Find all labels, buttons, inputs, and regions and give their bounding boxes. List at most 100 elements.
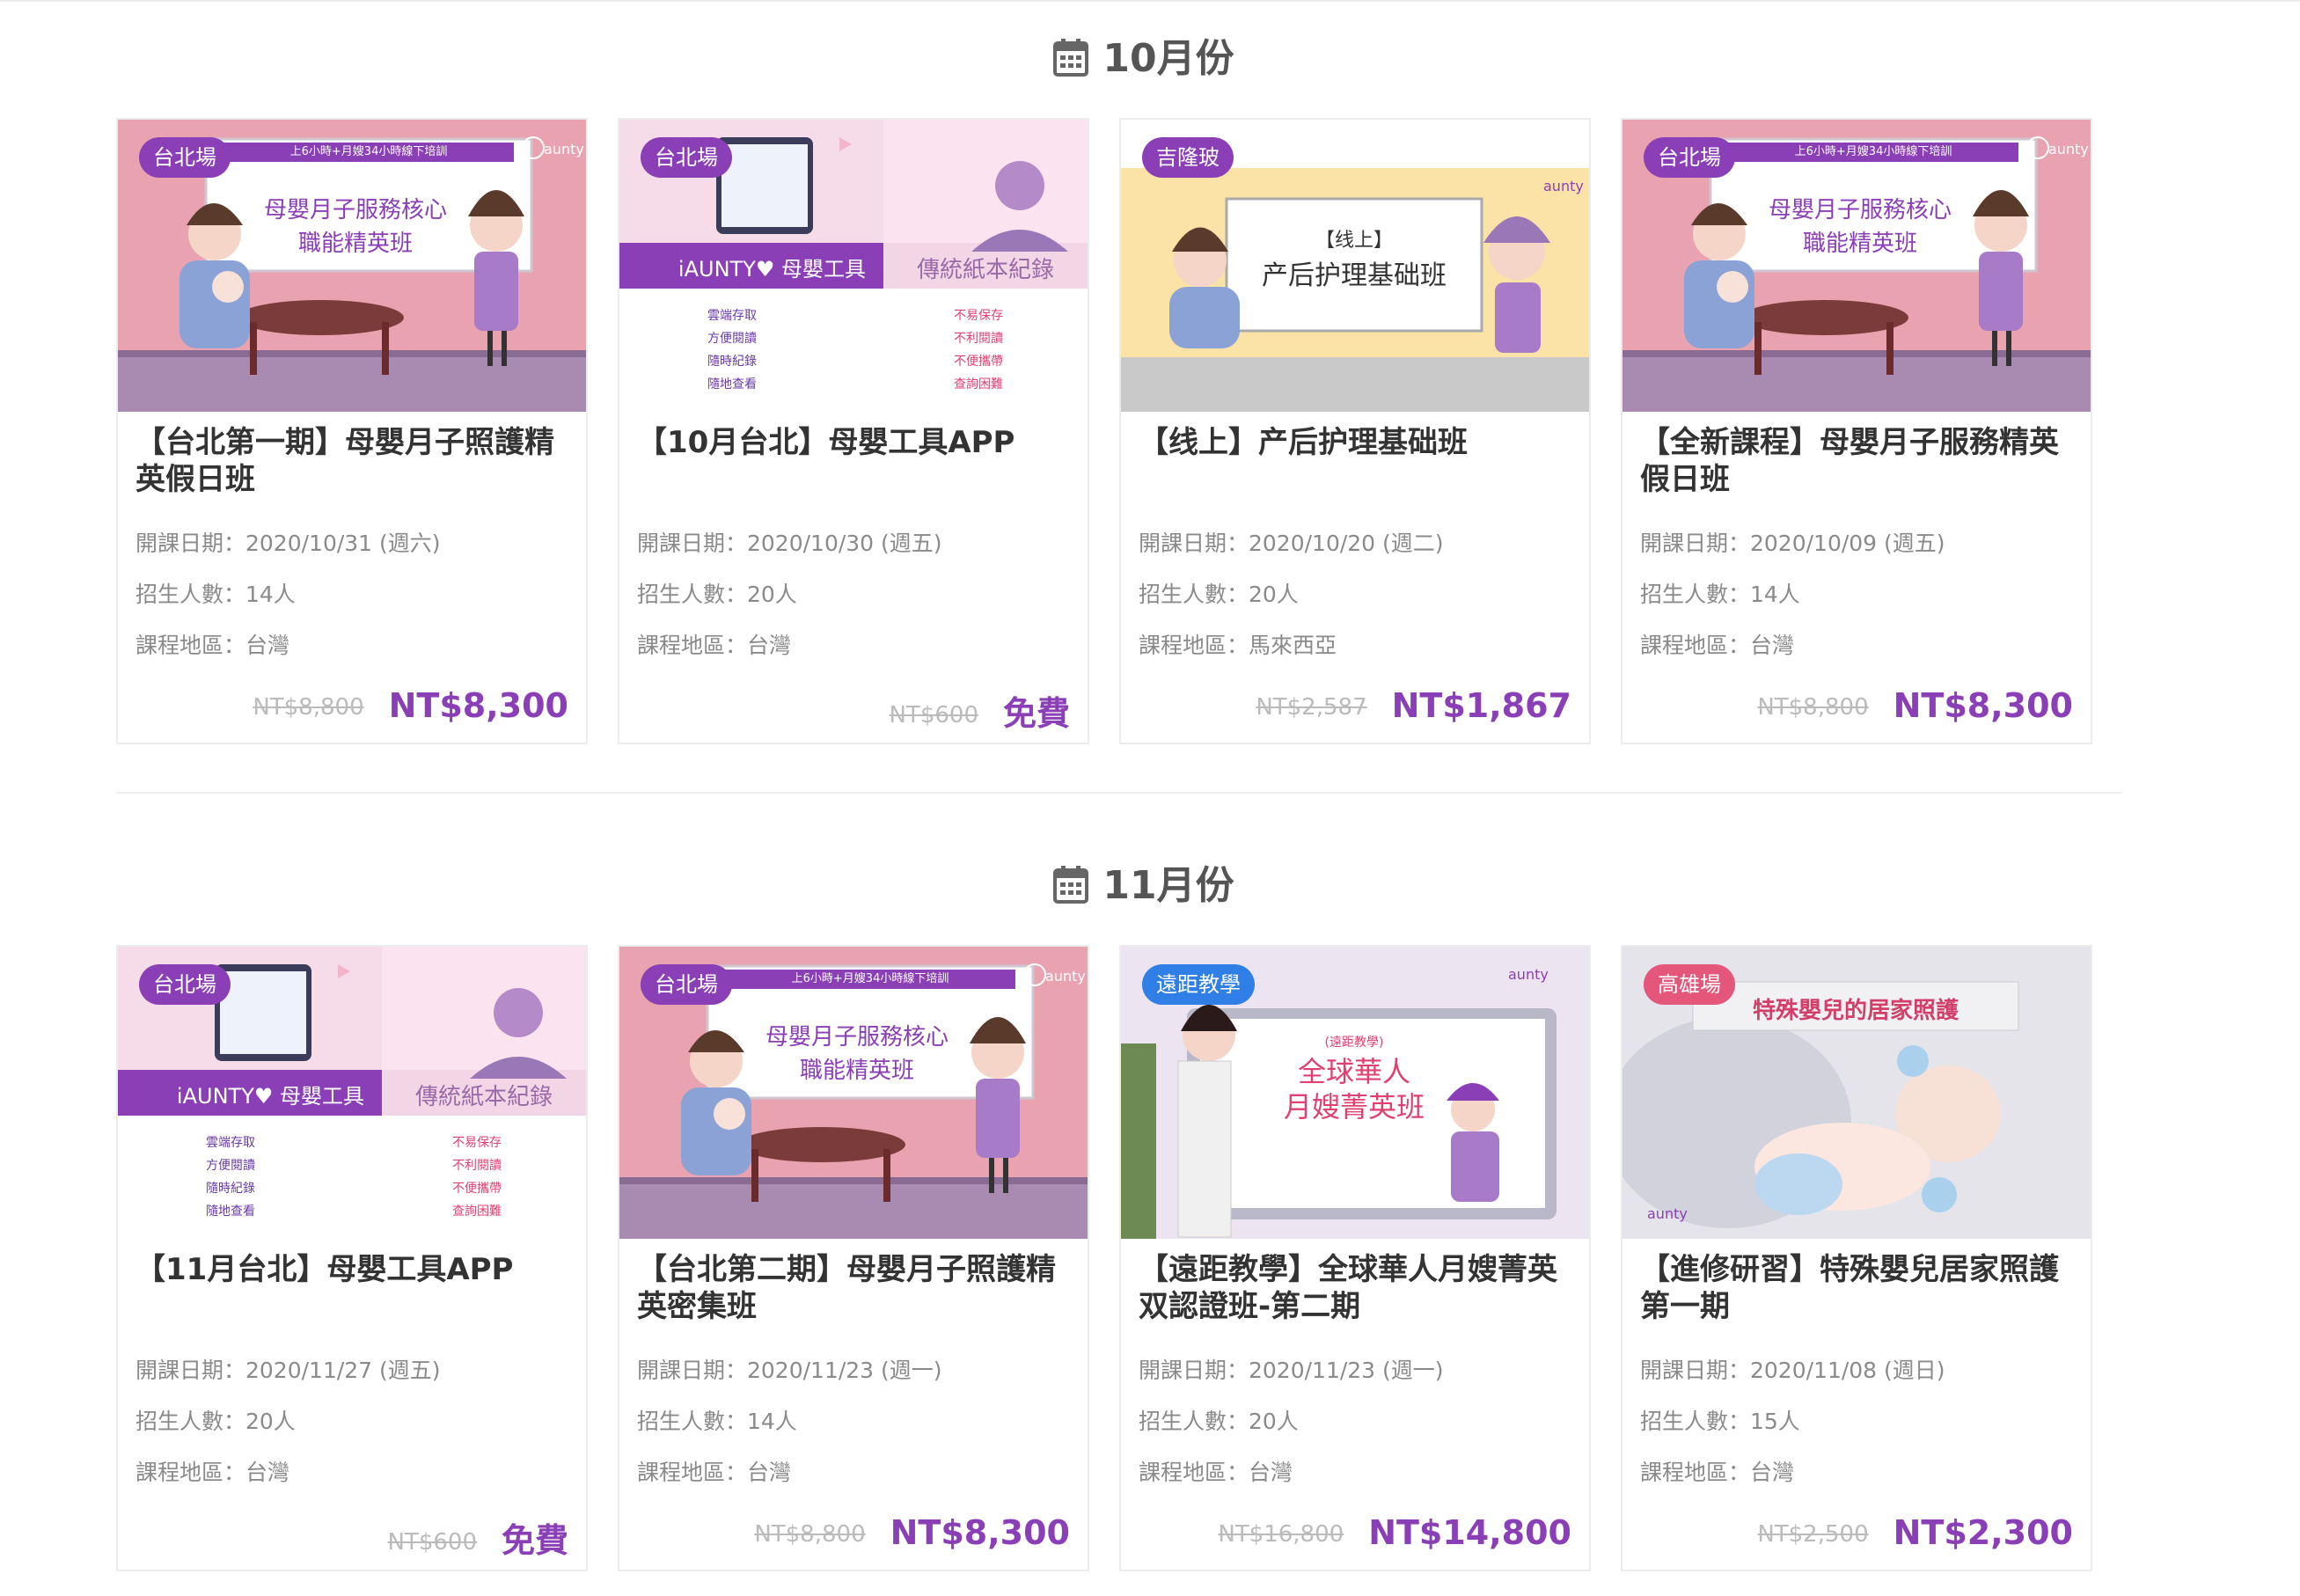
course-title[interactable]: 【11月台北】母嬰工具APP bbox=[136, 1251, 572, 1288]
aunty-logo: aunty bbox=[544, 141, 584, 157]
original-price: NT$600 bbox=[889, 702, 978, 728]
course-enrollment: 招生人數：14人 bbox=[136, 582, 296, 607]
course-start-date: 開課日期：2020/11/08 (週日) bbox=[1640, 1358, 1945, 1383]
course-thumbnail[interactable]: 【线上】 产后护理基础班 aunty 吉隆玻 bbox=[1121, 120, 1589, 412]
course-thumbnail[interactable]: 特殊嬰兒的居家照護 aunty 高雄場 bbox=[1622, 947, 2091, 1239]
aunty-logo: aunty bbox=[1508, 966, 1549, 983]
course-thumbnail[interactable]: iAUNTY♥ 母嬰工具 傳統紙本紀錄 雲端存取 方便閱讀 隨時紀錄 隨地查看 不易保… bbox=[619, 120, 1088, 412]
price-block: NT$8,800 NT$8,300 bbox=[754, 1513, 1070, 1552]
app-benefits-list: 雲端存取 方便閱讀 隨時紀錄 隨地查看 bbox=[206, 1131, 329, 1223]
course-start-date: 開課日期：2020/10/09 (週五) bbox=[1640, 531, 1945, 556]
course-title[interactable]: 【10月台北】母嬰工具APP bbox=[637, 424, 1073, 461]
sale-price: NT$1,867 bbox=[1391, 686, 1571, 725]
location-badge: 台北場 bbox=[139, 137, 231, 178]
course-start-date: 開課日期：2020/11/27 (週五) bbox=[136, 1358, 441, 1383]
paper-drawback-item: 查詢困難 bbox=[954, 377, 1003, 392]
thumbnail-line: (遠距教學) bbox=[1324, 1036, 1384, 1050]
course-enrollment: 招生人數：14人 bbox=[1640, 582, 1800, 607]
paper-drawback-item: 不利閱讀 bbox=[954, 332, 1003, 346]
price-block: NT$8,800 NT$8,300 bbox=[253, 686, 568, 725]
location-badge: 吉隆玻 bbox=[1142, 137, 1234, 178]
aunty-logo: aunty bbox=[1543, 178, 1584, 194]
app-benefits-list: 雲端存取 方便閱讀 隨時紀錄 隨地查看 bbox=[707, 304, 831, 396]
course-thumbnail[interactable]: 上6小時+月嫂34小時線下培訓 母嬰月子服務核心 職能精英班 aunty 台北場 bbox=[1622, 120, 2091, 412]
course-title[interactable]: 【台北第二期】母嬰月子照護精英密集班 bbox=[637, 1251, 1073, 1325]
thumbnail-line: 職能精英班 bbox=[297, 231, 413, 257]
thumbnail-heading: 母嬰月子服務核心 職能精英班 bbox=[223, 194, 487, 260]
top-border bbox=[0, 0, 2300, 2]
paper-drawback-item: 查詢困難 bbox=[452, 1204, 502, 1219]
paper-drawback-item: 不便攜帶 bbox=[954, 355, 1003, 369]
course-card[interactable]: iAUNTY♥ 母嬰工具 傳統紙本紀錄 雲端存取 方便閱讀 隨時紀錄 隨地查看 不易保… bbox=[116, 945, 588, 1571]
month-heading-november: 11月份 bbox=[0, 853, 2288, 913]
course-start-date: 開課日期：2020/10/31 (週六) bbox=[136, 531, 441, 556]
course-thumbnail[interactable]: (遠距教學) 全球華人 月嫂菁英班 aunty 遠距教學 bbox=[1121, 947, 1589, 1239]
course-title[interactable]: 【遠距教學】全球華人月嫂菁英双認證班-第二期 bbox=[1139, 1251, 1575, 1325]
course-enrollment: 招生人數：20人 bbox=[637, 582, 797, 607]
course-thumbnail[interactable]: iAUNTY♥ 母嬰工具 傳統紙本紀錄 雲端存取 方便閱讀 隨時紀錄 隨地查看 不易保… bbox=[118, 947, 586, 1239]
thumbnail-line: 母嬰月子服務核心 bbox=[1768, 197, 1952, 223]
sale-price: 免費 bbox=[501, 1521, 568, 1560]
course-title[interactable]: 【台北第一期】母嬰月子照護精英假日班 bbox=[136, 424, 572, 498]
course-card[interactable]: 特殊嬰兒的居家照護 aunty 高雄場 【進修研習】特殊嬰兒居家照護第一期 開課… bbox=[1621, 945, 2092, 1571]
paper-record-label: 傳統紙本紀錄 bbox=[414, 1084, 553, 1110]
course-card[interactable]: 上6小時+月嫂34小時線下培訓 母嬰月子服務核心 職能精英班 aunty 台北場… bbox=[1621, 118, 2092, 744]
course-title[interactable]: 【全新課程】母嬰月子服務精英假日班 bbox=[1640, 424, 2077, 498]
location-badge: 台北場 bbox=[641, 137, 732, 178]
original-price: NT$2,500 bbox=[1757, 1521, 1869, 1548]
paper-drawback-item: 不易保存 bbox=[452, 1136, 502, 1150]
thumbnail-heading: 特殊嬰兒的居家照護 bbox=[1752, 998, 1959, 1024]
paper-record-label: 傳統紙本紀錄 bbox=[916, 257, 1054, 283]
app-benefit-item: 雲端存取 bbox=[707, 309, 757, 323]
location-badge: 台北場 bbox=[641, 964, 732, 1005]
course-thumbnail[interactable]: 上6小時+月嫂34小時線下培訓 母嬰月子服務核心 職能精英班 aunty 台北場 bbox=[619, 947, 1088, 1239]
course-region: 課程地區：台灣 bbox=[1139, 1460, 1293, 1485]
thumbnail-subtitle: 上6小時+月嫂34小時線下培訓 bbox=[791, 972, 949, 985]
course-card[interactable]: (遠距教學) 全球華人 月嫂菁英班 aunty 遠距教學 【遠距教學】全球華人月… bbox=[1119, 945, 1591, 1571]
course-card[interactable]: 上6小時+月嫂34小時線下培訓 母嬰月子服務核心 職能精英班 aunty 台北場… bbox=[116, 118, 588, 744]
app-tool-label: iAUNTY♥ 母嬰工具 bbox=[176, 1084, 364, 1109]
course-region: 課程地區：台灣 bbox=[1640, 633, 1795, 658]
course-region: 課程地區：台灣 bbox=[136, 1460, 290, 1485]
original-price: NT$8,800 bbox=[1757, 694, 1869, 721]
paper-drawback-item: 不易保存 bbox=[954, 309, 1003, 323]
course-card[interactable]: 上6小時+月嫂34小時線下培訓 母嬰月子服務核心 職能精英班 aunty 台北場… bbox=[618, 945, 1089, 1571]
thumbnail-heading: 【线上】 产后护理基础班 bbox=[1227, 223, 1482, 294]
course-start-date: 開課日期：2020/11/23 (週一) bbox=[637, 1358, 942, 1383]
course-title[interactable]: 【進修研習】特殊嬰兒居家照護第一期 bbox=[1640, 1251, 2077, 1325]
app-benefit-item: 隨地查看 bbox=[206, 1204, 255, 1219]
course-region: 課程地區：馬來西亞 bbox=[1139, 633, 1337, 658]
thumbnail-heading: (遠距教學) 全球華人 月嫂菁英班 bbox=[1262, 1031, 1447, 1124]
month-heading-october: 10月份 bbox=[0, 26, 2288, 86]
thumbnail-heading: 母嬰月子服務核心 職能精英班 bbox=[1728, 194, 1992, 260]
thumbnail-line: 職能精英班 bbox=[799, 1058, 914, 1084]
course-thumbnail[interactable]: 上6小時+月嫂34小時線下培訓 母嬰月子服務核心 職能精英班 aunty 台北場 bbox=[118, 120, 586, 412]
course-enrollment: 招生人數：15人 bbox=[1640, 1409, 1800, 1434]
thumbnail-line: 母嬰月子服務核心 bbox=[263, 197, 447, 223]
thumbnail-line: 職能精英班 bbox=[1802, 231, 1917, 257]
course-enrollment: 招生人數：20人 bbox=[1139, 582, 1299, 607]
course-card[interactable]: iAUNTY♥ 母嬰工具 傳統紙本紀錄 雲端存取 方便閱讀 隨時紀錄 隨地查看 不易保… bbox=[618, 118, 1089, 744]
paper-drawback-item: 不便攜帶 bbox=[452, 1182, 502, 1196]
aunty-logo: aunty bbox=[1647, 1205, 1688, 1222]
original-price: NT$8,800 bbox=[253, 694, 364, 721]
course-enrollment: 招生人數：20人 bbox=[136, 1409, 296, 1434]
price-block: NT$8,800 NT$8,300 bbox=[1757, 686, 2073, 725]
price-block: NT$600 免費 bbox=[387, 1513, 568, 1562]
course-region: 課程地區：台灣 bbox=[1640, 1460, 1795, 1485]
original-price: NT$2,587 bbox=[1256, 694, 1367, 721]
sale-price: NT$8,300 bbox=[1893, 686, 2073, 725]
price-block: NT$2,500 NT$2,300 bbox=[1757, 1513, 2073, 1552]
paper-drawbacks-list: 不易保存 不利閱讀 不便攜帶 查詢困難 bbox=[452, 1131, 575, 1223]
course-start-date: 開課日期：2020/11/23 (週一) bbox=[1139, 1358, 1444, 1383]
location-badge: 台北場 bbox=[1644, 137, 1735, 178]
thumbnail-line: 【线上】 bbox=[1315, 230, 1393, 252]
course-card[interactable]: 【线上】 产后护理基础班 aunty 吉隆玻 【线上】产后护理基础班 開課日期：… bbox=[1119, 118, 1591, 744]
price-block: NT$16,800 NT$14,800 bbox=[1218, 1513, 1571, 1552]
sale-price: NT$8,300 bbox=[388, 686, 568, 725]
sale-price: NT$2,300 bbox=[1893, 1513, 2073, 1552]
course-title[interactable]: 【线上】产后护理基础班 bbox=[1139, 424, 1575, 461]
location-badge: 台北場 bbox=[139, 964, 231, 1005]
aunty-logo: aunty bbox=[2048, 141, 2089, 157]
course-enrollment: 招生人數：20人 bbox=[1139, 1409, 1299, 1434]
